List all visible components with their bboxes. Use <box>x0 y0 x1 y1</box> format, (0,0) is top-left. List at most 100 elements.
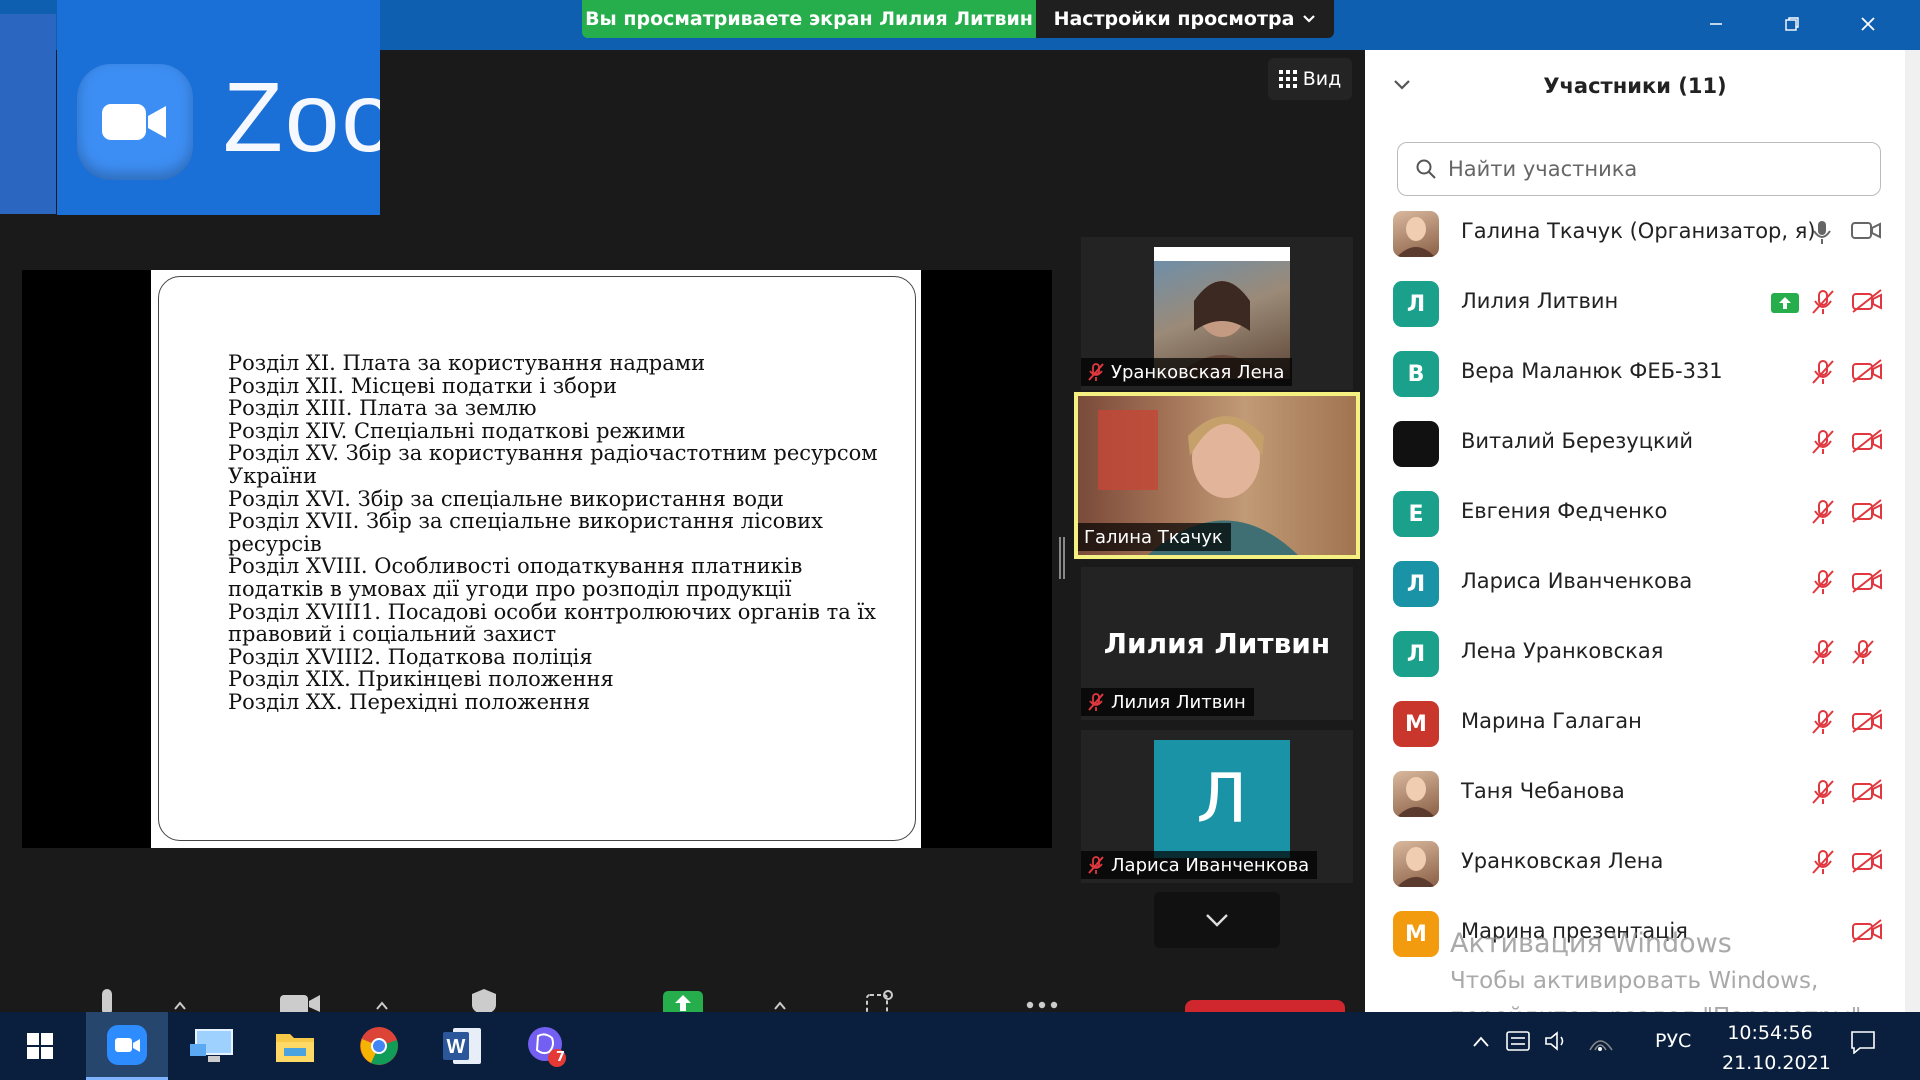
thumbnail-name-tag: Лариса Иванченкова <box>1081 851 1318 879</box>
security-button[interactable] <box>468 985 500 1012</box>
notification-icon <box>1851 1031 1875 1054</box>
close-button[interactable] <box>1846 6 1890 42</box>
video-thumbnail-3[interactable]: Лилия Литвин Лилия Литвин <box>1081 567 1353 720</box>
minimize-icon <box>1710 23 1722 25</box>
user-photo-icon <box>1397 847 1435 887</box>
slide-line: Розділ XIII. Плата за землю <box>228 396 537 421</box>
participant-row[interactable]: Виталий Березуцкий <box>1393 415 1893 471</box>
start-button[interactable] <box>0 1012 80 1080</box>
video-off-status[interactable] <box>1851 709 1883 733</box>
more-button[interactable] <box>1024 985 1064 1012</box>
participant-row[interactable]: Галина Ткачук (Организатор, я) <box>1393 205 1893 261</box>
video-off-status[interactable] <box>1851 429 1883 453</box>
mic-muted-status[interactable] <box>1811 359 1835 385</box>
slide-line: правовий і соціальний захист <box>228 622 557 647</box>
end-meeting-button[interactable] <box>1185 1000 1345 1012</box>
slide-line: Розділ XVII. Збір за спеціальне використ… <box>228 509 823 534</box>
tray-language[interactable]: РУС <box>1655 1030 1691 1052</box>
notifications-button[interactable] <box>1850 1030 1876 1054</box>
thumbnails-scroll-down-button[interactable] <box>1154 892 1280 948</box>
tray-settings[interactable] <box>1506 1030 1530 1052</box>
participant-row[interactable]: Л Лилия Литвин <box>1393 275 1893 331</box>
settings-icon <box>1506 1031 1530 1051</box>
video-off-status[interactable] <box>1851 569 1883 593</box>
mic-status[interactable] <box>1811 219 1833 245</box>
participant-row[interactable]: В Вера Маланюк ФЕБ-331 <box>1393 345 1893 401</box>
audio-options-chevron[interactable] <box>172 985 188 1012</box>
video-off-status[interactable] <box>1851 289 1883 313</box>
video-thumbnail-2-active-speaker[interactable]: Галина Ткачук <box>1074 392 1360 559</box>
mic-muted-status[interactable] <box>1811 289 1835 315</box>
participant-avatar: Л <box>1393 561 1439 607</box>
participant-initial-avatar: Л <box>1154 740 1290 858</box>
mic-muted-status[interactable] <box>1811 639 1835 665</box>
mic-muted-icon <box>1812 640 1834 664</box>
taskbar-viber[interactable]: 7 <box>506 1012 588 1080</box>
grid-icon <box>1278 70 1297 88</box>
participant-row[interactable]: Уранковская Лена <box>1393 835 1893 891</box>
video-off-status[interactable] <box>1851 779 1883 803</box>
video-thumbnail-1[interactable]: Уранковская Лена <box>1081 237 1353 390</box>
participant-search[interactable] <box>1397 142 1881 196</box>
participant-row[interactable]: Е Евгения Федченко <box>1393 485 1893 541</box>
share-screen-button[interactable] <box>663 985 703 1012</box>
taskbar-word[interactable]: W <box>422 1012 504 1080</box>
slide-line: Розділ XIX. Прикінцеві положення <box>228 667 614 692</box>
view-button[interactable]: Вид <box>1268 58 1352 100</box>
taskbar-file-explorer[interactable] <box>254 1012 336 1080</box>
mic-muted-icon <box>1088 856 1104 874</box>
chevron-up-icon <box>1473 1036 1489 1047</box>
taskbar-remote-desktop[interactable] <box>170 1012 252 1080</box>
taskbar-zoom[interactable] <box>86 1012 168 1080</box>
participant-name: Марина презентація <box>1461 919 1688 943</box>
share-options-chevron[interactable] <box>772 985 788 1012</box>
participant-row[interactable]: Л Лариса Иванченкова <box>1393 555 1893 611</box>
thumbnail-name-tag: Лилия Литвин <box>1081 688 1254 716</box>
video-off-icon <box>1852 779 1882 803</box>
video-camera-icon <box>1851 222 1881 239</box>
tray-network[interactable] <box>1588 1030 1614 1052</box>
tray-clock[interactable]: 10:54:56 21.10.2021 <box>1722 1018 1831 1078</box>
participants-title: Участники (11) <box>1543 74 1727 98</box>
tray-volume[interactable] <box>1544 1030 1570 1052</box>
mic-muted-status[interactable] <box>1811 569 1835 595</box>
participant-row[interactable]: М Марина презентація <box>1393 905 1893 961</box>
mic-muted-status[interactable] <box>1811 849 1835 875</box>
mic-muted-status[interactable] <box>1811 709 1835 735</box>
view-options-button[interactable]: Настройки просмотра <box>1036 0 1334 38</box>
mic-muted-status[interactable] <box>1851 639 1875 665</box>
screen-share-indicator <box>1771 293 1799 313</box>
video-off-status[interactable] <box>1851 919 1883 943</box>
panel-scrollbar[interactable] <box>1905 50 1920 1012</box>
search-input[interactable] <box>1446 156 1850 182</box>
record-button[interactable] <box>864 985 896 1012</box>
screen-share-icon <box>1771 293 1799 313</box>
mute-button[interactable] <box>96 985 118 1012</box>
participant-row[interactable]: Таня Чебанова <box>1393 765 1893 821</box>
participant-name: Виталий Березуцкий <box>1461 429 1693 453</box>
video-off-icon <box>1852 709 1882 733</box>
video-off-status[interactable] <box>1851 499 1883 523</box>
participant-row[interactable]: М Марина Галаган <box>1393 695 1893 751</box>
video-status[interactable] <box>1851 219 1881 241</box>
slide-line: ресурсів <box>228 531 322 556</box>
mic-muted-status[interactable] <box>1811 499 1835 525</box>
tray-expand-button[interactable] <box>1472 1034 1490 1048</box>
mic-muted-status[interactable] <box>1811 429 1835 455</box>
minimize-button[interactable] <box>1694 6 1738 42</box>
split-handle[interactable] <box>1059 537 1065 579</box>
mic-muted-icon <box>1812 570 1834 594</box>
video-off-icon <box>1852 849 1882 873</box>
video-thumbnail-4[interactable]: Л Лариса Иванченкова <box>1081 730 1353 883</box>
mic-muted-status[interactable] <box>1811 779 1835 805</box>
taskbar-chrome[interactable] <box>338 1012 420 1080</box>
restore-button[interactable] <box>1770 6 1814 42</box>
mic-muted-icon <box>1852 640 1874 664</box>
video-off-status[interactable] <box>1851 359 1883 383</box>
participant-row[interactable]: Л Лена Уранковская <box>1393 625 1893 681</box>
thumbnail-name: Галина Ткачук <box>1084 526 1223 548</box>
slide-line: Розділ XX. Перехідні положення <box>228 689 591 714</box>
video-options-chevron[interactable] <box>374 985 390 1012</box>
video-off-status[interactable] <box>1851 849 1883 873</box>
video-button[interactable] <box>278 985 322 1012</box>
